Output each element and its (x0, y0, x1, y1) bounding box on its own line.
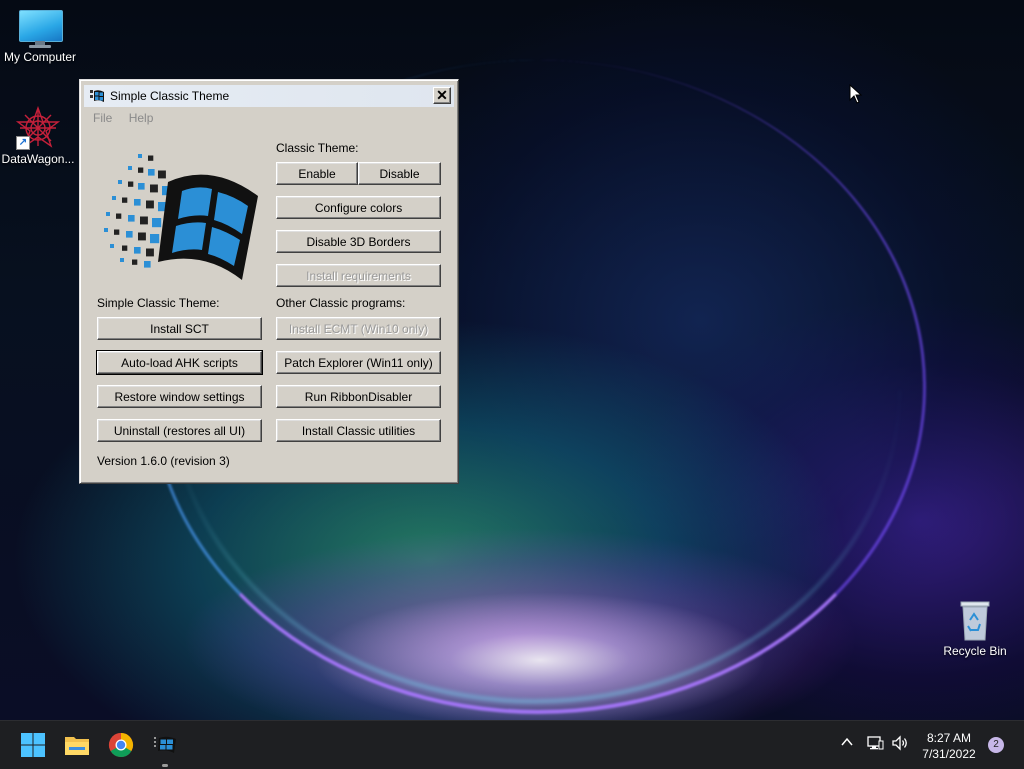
logo-dot (150, 234, 160, 244)
install-requirements-button[interactable]: Install requirements (276, 264, 441, 287)
logo-dot (120, 258, 124, 262)
logo-dot (158, 170, 166, 179)
close-icon: ✕ (436, 87, 448, 103)
desktop-icon-label: DataWagon... (1, 152, 75, 166)
clock[interactable]: 8:27 AM 7/31/2022 (914, 730, 984, 762)
disable-3d-borders-button[interactable]: Disable 3D Borders (276, 230, 441, 253)
version-label: Version 1.6.0 (revision 3) (97, 454, 230, 468)
install-sct-button[interactable]: Install SCT (97, 317, 262, 340)
logo-dot (144, 261, 151, 268)
logo-dot (140, 216, 148, 225)
menu-bar: File Help (93, 111, 166, 125)
restore-window-settings-button[interactable]: Restore window settings (97, 385, 262, 408)
simple-classic-theme-icon[interactable] (151, 731, 179, 759)
mouse-cursor-icon (849, 84, 863, 104)
chrome-icon[interactable] (107, 731, 135, 759)
file-explorer-icon[interactable] (63, 731, 91, 759)
shortcut-arrow-icon: ↗ (16, 136, 30, 150)
desktop-icon-label: My Computer (3, 50, 77, 64)
chevron-up-icon[interactable] (840, 735, 854, 749)
running-indicator (162, 764, 168, 767)
windows-logo-icon (104, 154, 258, 280)
other-programs-label: Other Classic programs: (276, 296, 406, 310)
logo-dot (110, 244, 114, 248)
sct-section-label: Simple Classic Theme: (97, 296, 220, 310)
taskbar: 8:27 AM 7/31/2022 (0, 720, 1024, 769)
logo-dot (148, 155, 154, 161)
notification-badge[interactable]: 2 (988, 737, 1004, 753)
logo-dot (122, 245, 128, 251)
install-classic-utilities-button[interactable]: Install Classic utilities (276, 419, 441, 442)
logo-dot (138, 183, 145, 190)
disable-button[interactable]: Disable (358, 162, 441, 185)
enable-button[interactable]: Enable (276, 162, 358, 185)
logo-dot (126, 231, 133, 238)
logo-dot (128, 181, 134, 187)
logo-dot (132, 259, 138, 265)
logo-dot (114, 229, 120, 235)
logo-dot (138, 167, 144, 173)
run-ribbondisabler-button[interactable]: Run RibbonDisabler (276, 385, 441, 408)
logo-dot (112, 196, 116, 200)
logo-dot (134, 247, 141, 254)
monitor-icon (19, 10, 63, 48)
desktop-icon-recycle-bin[interactable]: Recycle Bin (933, 598, 1017, 658)
logo-dot (122, 197, 128, 203)
volume-icon[interactable] (891, 735, 909, 751)
logo-dot (152, 218, 162, 228)
logo-dot (134, 199, 141, 206)
logo-dot (150, 184, 158, 193)
logo-dot (138, 232, 146, 241)
title-bar[interactable]: Simple Classic Theme ✕ (84, 85, 454, 107)
logo-dot (146, 200, 154, 209)
start-icon[interactable] (19, 731, 47, 759)
desktop-icon-label: Recycle Bin (943, 644, 1007, 658)
recycle-bin-icon (958, 598, 992, 642)
configure-colors-button[interactable]: Configure colors (276, 196, 441, 219)
logo-dot (148, 169, 155, 176)
logo-dot (128, 215, 135, 222)
patch-explorer-button[interactable]: Patch Explorer (Win11 only) (276, 351, 441, 374)
menu-file[interactable]: File (93, 111, 112, 125)
clock-date: 7/31/2022 (922, 747, 976, 761)
logo-dot (128, 166, 132, 170)
menu-help[interactable]: Help (129, 111, 154, 125)
logo-dot (146, 248, 154, 257)
autoload-ahk-scripts-button[interactable]: Auto-load AHK scripts (96, 350, 263, 375)
close-button[interactable]: ✕ (433, 87, 451, 104)
window-title: Simple Classic Theme (110, 89, 230, 103)
logo-dot (138, 154, 142, 158)
desktop-icon-datawagon[interactable]: ↗ DataWagon... (0, 105, 80, 166)
datawagon-icon: ↗ (15, 105, 61, 150)
logo-dot (116, 213, 122, 219)
logo-dot (118, 180, 122, 184)
classic-theme-label: Classic Theme: (276, 141, 359, 155)
clock-time: 8:27 AM (926, 731, 972, 745)
desktop-icon-my-computer[interactable]: My Computer (0, 10, 82, 64)
install-ecmt-button[interactable]: Install ECMT (Win10 only) (276, 317, 441, 340)
logo-dot (104, 228, 108, 232)
simple-classic-theme-window: Simple Classic Theme ✕ File Help Classic… (79, 79, 459, 484)
uninstall-button[interactable]: Uninstall (restores all UI) (97, 419, 262, 442)
app-icon (90, 90, 104, 102)
network-icon[interactable] (866, 735, 884, 751)
logo-dot (106, 212, 110, 216)
